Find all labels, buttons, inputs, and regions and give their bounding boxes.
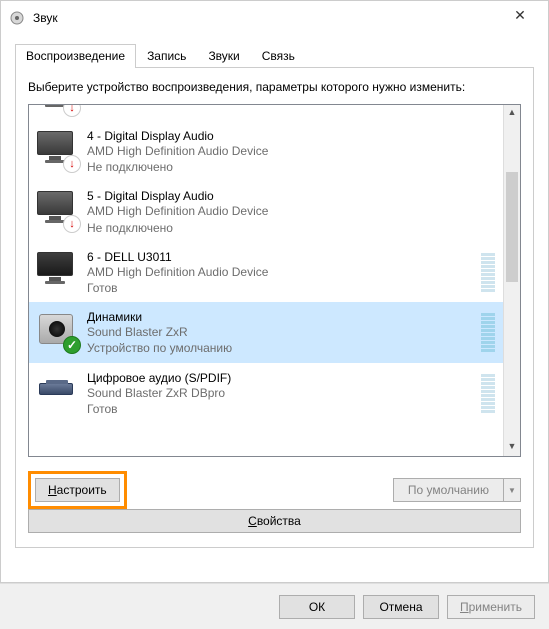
disconnected-badge-icon: ↓ xyxy=(63,105,81,117)
device-name: Цифровое аудио (S/PDIF) xyxy=(87,371,475,385)
default-badge-icon: ✓ xyxy=(63,336,81,354)
cancel-button[interactable]: Отмена xyxy=(363,595,439,619)
close-icon[interactable]: ✕ xyxy=(500,4,540,32)
device-list: ↓AMD High Definition Audio DeviceНе подк… xyxy=(28,104,521,457)
device-item[interactable]: ↓ 4 - Digital Display AudioAMD High Defin… xyxy=(29,121,503,181)
device-status: Устройство по умолчанию xyxy=(87,340,475,356)
tab-strip: ВоспроизведениеЗаписьЗвукиСвязь xyxy=(15,43,534,68)
monitor-light-icon: ↓ xyxy=(35,127,79,171)
sound-dialog: Звук ✕ ВоспроизведениеЗаписьЗвукиСвязь В… xyxy=(0,0,549,583)
dialog-footer: ОК Отмена Применить xyxy=(0,583,549,629)
device-name: 6 - DELL U3011 xyxy=(87,250,475,264)
scrollbar[interactable]: ▲ ▼ xyxy=(503,105,520,456)
app-icon xyxy=(9,10,25,26)
speaker-icon: ✓ xyxy=(35,308,79,352)
playback-panel: Выберите устройство воспроизведения, пар… xyxy=(15,68,534,548)
device-desc: AMD High Definition Audio Device xyxy=(87,203,495,219)
tab-2[interactable]: Звуки xyxy=(197,44,250,68)
disconnected-badge-icon: ↓ xyxy=(63,155,81,173)
tab-0[interactable]: Воспроизведение xyxy=(15,44,136,68)
device-status: Не подключено xyxy=(87,220,495,236)
device-status: Готов xyxy=(87,280,475,296)
monitor-light-icon: ↓ xyxy=(35,187,79,231)
device-item[interactable]: ✓ ДинамикиSound Blaster ZxRУстройство по … xyxy=(29,302,503,362)
monitor-dark-icon xyxy=(35,248,79,292)
device-item[interactable]: 6 - DELL U3011AMD High Definition Audio … xyxy=(29,242,503,302)
prompt-text: Выберите устройство воспроизведения, пар… xyxy=(28,80,521,94)
device-desc: AMD High Definition Audio Device xyxy=(87,264,475,280)
device-desc: Sound Blaster ZxR DBpro xyxy=(87,385,475,401)
disconnected-badge-icon: ↓ xyxy=(63,215,81,233)
device-item[interactable]: ↓ 5 - Digital Display AudioAMD High Defin… xyxy=(29,181,503,241)
tab-1[interactable]: Запись xyxy=(136,44,197,68)
scroll-down-icon[interactable]: ▼ xyxy=(504,439,520,456)
device-desc: AMD High Definition Audio Device xyxy=(87,143,495,159)
device-desc: Sound Blaster ZxR xyxy=(87,324,475,340)
device-name: Динамики xyxy=(87,310,475,324)
device-status: Не подключено xyxy=(87,159,495,175)
level-meter xyxy=(481,308,495,352)
tab-3[interactable]: Связь xyxy=(251,44,306,68)
properties-button[interactable]: Свойства xyxy=(28,509,521,533)
scroll-thumb[interactable] xyxy=(506,172,518,282)
device-name: 4 - Digital Display Audio xyxy=(87,129,495,143)
configure-button[interactable]: Настроить xyxy=(35,478,120,502)
device-name: 5 - Digital Display Audio xyxy=(87,189,495,203)
default-dropdown-arrow[interactable]: ▼ xyxy=(503,478,521,502)
level-meter xyxy=(481,248,495,292)
window-title: Звук xyxy=(33,11,500,25)
titlebar[interactable]: Звук ✕ xyxy=(1,1,548,35)
ok-button[interactable]: ОК xyxy=(279,595,355,619)
apply-button[interactable]: Применить xyxy=(447,595,535,619)
configure-highlight: Настроить xyxy=(28,471,127,509)
scroll-up-icon[interactable]: ▲ xyxy=(504,105,520,122)
device-status: Готов xyxy=(87,401,475,417)
monitor-light-icon: ↓ xyxy=(35,105,79,115)
default-dropdown: По умолчанию ▼ xyxy=(393,478,521,502)
spdif-icon xyxy=(35,369,79,413)
device-item[interactable]: Цифровое аудио (S/PDIF)Sound Blaster ZxR… xyxy=(29,363,503,423)
default-button[interactable]: По умолчанию xyxy=(393,478,503,502)
device-item[interactable]: ↓AMD High Definition Audio DeviceНе подк… xyxy=(29,105,503,121)
level-meter xyxy=(481,369,495,413)
